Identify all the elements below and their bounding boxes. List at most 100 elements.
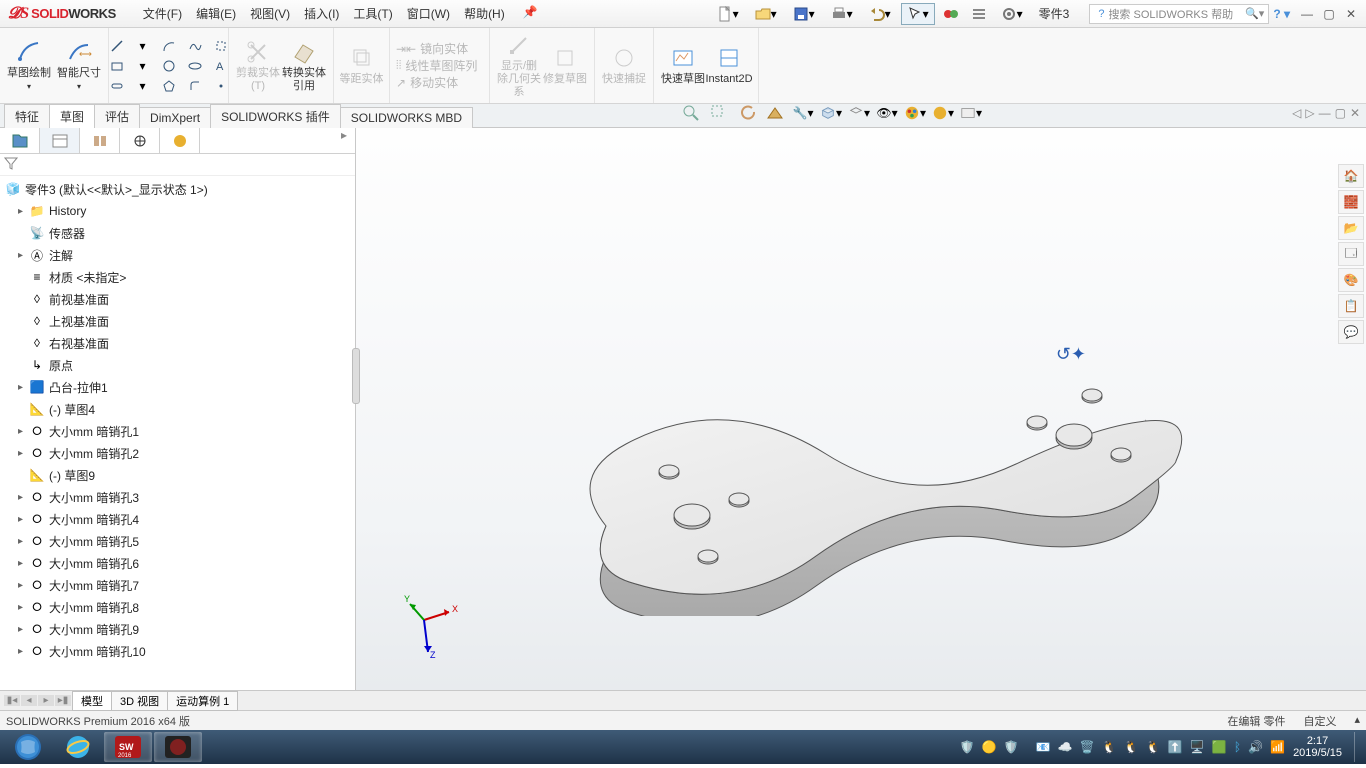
- model-tab[interactable]: 模型: [72, 691, 112, 711]
- tab-evaluate[interactable]: 评估: [94, 104, 140, 128]
- display-style-icon[interactable]: ▾: [820, 102, 842, 124]
- taskpane-resources-icon[interactable]: 🧱: [1338, 190, 1364, 214]
- start-button[interactable]: [4, 732, 52, 762]
- status-expand-icon[interactable]: ▴: [1354, 713, 1360, 729]
- section-view-icon[interactable]: [764, 102, 786, 124]
- point-tool[interactable]: [211, 78, 231, 94]
- panel-drag-handle[interactable]: [352, 348, 360, 404]
- tree-history[interactable]: ▸📁History: [0, 200, 355, 222]
- mdi-close-icon[interactable]: ✕: [1350, 106, 1360, 120]
- close-button[interactable]: ✕: [1342, 7, 1360, 21]
- tray-icon[interactable]: 🗑️: [1080, 740, 1095, 754]
- menu-insert[interactable]: 插入(I): [297, 5, 346, 22]
- fm-dim-tab[interactable]: [120, 128, 160, 153]
- 3dview-tab[interactable]: 3D 视图: [111, 691, 168, 711]
- tray-network-icon[interactable]: 📶: [1270, 740, 1285, 754]
- system-tray[interactable]: 🛡️ 🟡 🛡️ 📧 ☁️ 🗑️ 🐧 🐧 🐧 ⬆️ 🖥️ 🟩 ᛒ 🔊 📶: [958, 740, 1287, 754]
- taskbar-ie[interactable]: [54, 732, 102, 762]
- arc-tool[interactable]: [159, 38, 179, 54]
- fm-display-tab[interactable]: [160, 128, 200, 153]
- rect-tool[interactable]: [211, 38, 231, 54]
- circle-tool[interactable]: [159, 58, 179, 74]
- tree-hole8[interactable]: ▸⭘大小mm 暗销孔8: [0, 596, 355, 618]
- line-dd[interactable]: ▾: [133, 38, 153, 54]
- tab-nav-first[interactable]: ▮◂: [4, 695, 20, 706]
- taskbar-app[interactable]: [154, 732, 202, 762]
- tray-icon[interactable]: 🟩: [1212, 740, 1227, 754]
- mdi-next-icon[interactable]: ▷: [1305, 106, 1314, 120]
- line-tool[interactable]: [107, 38, 127, 54]
- view-settings-icon[interactable]: ▾: [960, 102, 982, 124]
- mdi-max-icon[interactable]: ▢: [1335, 106, 1346, 120]
- tree-sensors[interactable]: 📡传感器: [0, 222, 355, 244]
- tree-hole2[interactable]: ▸⭘大小mm 暗销孔2: [0, 442, 355, 464]
- taskpane-library-icon[interactable]: 📂: [1338, 216, 1364, 240]
- text-tool[interactable]: A: [211, 58, 231, 74]
- fm-tree-tab[interactable]: [0, 128, 40, 153]
- taskbar-solidworks[interactable]: SW2016: [104, 732, 152, 762]
- settings-button[interactable]: ▾: [995, 3, 1029, 25]
- tab-mbd[interactable]: SOLIDWORKS MBD: [340, 107, 473, 128]
- tray-icon[interactable]: 🐧: [1146, 740, 1161, 754]
- rapid-sketch-button[interactable]: 快速草图: [660, 45, 706, 86]
- motion-tab[interactable]: 运动算例 1: [167, 691, 238, 711]
- menu-edit[interactable]: 编辑(E): [189, 5, 243, 22]
- new-button[interactable]: ▾: [711, 3, 745, 25]
- filter-bar[interactable]: [0, 154, 355, 176]
- taskpane-home-icon[interactable]: 🏠: [1338, 164, 1364, 188]
- convert-button[interactable]: 转换实体引用: [281, 39, 327, 93]
- fm-property-tab[interactable]: [40, 128, 80, 153]
- orientation-triad[interactable]: X Y Z: [404, 590, 464, 660]
- polygon-tool[interactable]: [159, 78, 179, 94]
- rect-tool2[interactable]: [107, 58, 127, 74]
- graphics-viewport[interactable]: 🏠 🧱 📂 🗔 🎨 📋 💬: [356, 128, 1366, 690]
- status-custom[interactable]: 自定义: [1303, 713, 1336, 729]
- tree-hole9[interactable]: ▸⭘大小mm 暗销孔9: [0, 618, 355, 640]
- tray-bluetooth-icon[interactable]: ᛒ: [1234, 740, 1241, 754]
- appearance-icon[interactable]: ▾: [904, 102, 926, 124]
- tab-nav-prev[interactable]: ◂: [21, 695, 37, 706]
- apply-scene-icon[interactable]: ▾: [932, 102, 954, 124]
- tab-sketch[interactable]: 草图: [49, 104, 95, 128]
- menu-tools[interactable]: 工具(T): [346, 5, 399, 22]
- tray-icon[interactable]: ⬆️: [1168, 740, 1183, 754]
- feature-tree[interactable]: 🧊零件3 (默认<<默认>_显示状态 1>) ▸📁History 📡传感器 ▸Ⓐ…: [0, 176, 355, 690]
- slot-tool[interactable]: [107, 78, 127, 94]
- tray-icon[interactable]: 🛡️: [1004, 740, 1019, 754]
- ellipse-tool[interactable]: [185, 58, 205, 74]
- menu-view[interactable]: 视图(V): [243, 5, 297, 22]
- pin-icon[interactable]: 📌: [516, 5, 545, 22]
- tree-sketch4[interactable]: 📐(-) 草图4: [0, 398, 355, 420]
- help-button[interactable]: ? ▾: [1273, 7, 1290, 21]
- tree-hole7[interactable]: ▸⭘大小mm 暗销孔7: [0, 574, 355, 596]
- previous-view-icon[interactable]: [736, 102, 758, 124]
- tray-icon[interactable]: 🛡️: [960, 740, 975, 754]
- tray-icon[interactable]: ☁️: [1058, 740, 1073, 754]
- rebuild-button[interactable]: [939, 3, 963, 25]
- search-icon[interactable]: 🔍▾: [1245, 7, 1264, 20]
- hide-show-icon[interactable]: ▾: [848, 102, 870, 124]
- options-button[interactable]: [967, 3, 991, 25]
- print-button[interactable]: ▾: [825, 3, 859, 25]
- tree-annotations[interactable]: ▸Ⓐ注解: [0, 244, 355, 266]
- tree-right-plane[interactable]: ◊右视基准面: [0, 332, 355, 354]
- view-orient-icon[interactable]: 🔧▾: [792, 102, 814, 124]
- tray-icon[interactable]: 🐧: [1124, 740, 1139, 754]
- tree-hole10[interactable]: ▸⭘大小mm 暗销孔10: [0, 640, 355, 662]
- minimize-button[interactable]: —: [1298, 7, 1316, 21]
- tree-top-plane[interactable]: ◊上视基准面: [0, 310, 355, 332]
- tray-icon[interactable]: 🟡: [982, 740, 997, 754]
- tab-addins[interactable]: SOLIDWORKS 插件: [210, 104, 341, 128]
- tree-hole1[interactable]: ▸⭘大小mm 暗销孔1: [0, 420, 355, 442]
- tree-hole3[interactable]: ▸⭘大小mm 暗销孔3: [0, 486, 355, 508]
- tray-icon[interactable]: 🖥️: [1190, 740, 1205, 754]
- taskpane-forum-icon[interactable]: 💬: [1338, 320, 1364, 344]
- search-box[interactable]: ? 搜索 SOLIDWORKS 帮助 🔍▾: [1089, 4, 1269, 24]
- menu-window[interactable]: 窗口(W): [400, 5, 457, 22]
- undo-button[interactable]: ▾: [863, 3, 897, 25]
- taskpane-appearance-icon[interactable]: 🎨: [1338, 268, 1364, 292]
- fm-expand-icon[interactable]: ▸: [200, 128, 355, 153]
- tab-dimxpert[interactable]: DimXpert: [139, 107, 211, 128]
- save-button[interactable]: ▾: [787, 3, 821, 25]
- tray-icon[interactable]: 📧: [1036, 740, 1051, 754]
